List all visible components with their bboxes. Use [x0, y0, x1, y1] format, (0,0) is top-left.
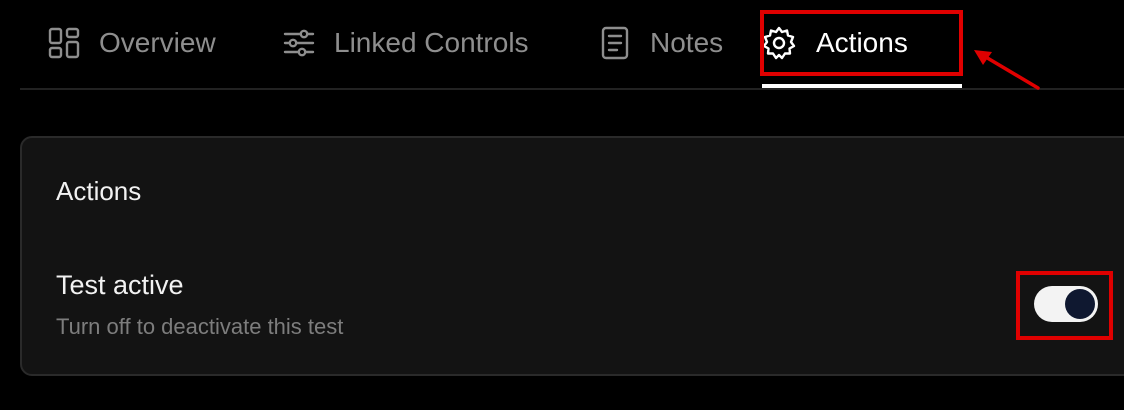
- tab-bar: Overview Linked Controls Notes Actions: [20, 0, 1124, 90]
- test-active-label: Test active: [56, 270, 184, 300]
- tab-linked-controls-label: Linked Controls: [334, 27, 529, 58]
- tab-notes[interactable]: Notes: [598, 0, 723, 86]
- test-active-toggle[interactable]: [1034, 286, 1098, 322]
- annotation-arrow-icon: [974, 50, 1040, 90]
- active-tab-indicator: [762, 84, 962, 88]
- test-active-description: Turn off to deactivate this test: [56, 314, 344, 339]
- tab-linked-controls[interactable]: Linked Controls: [282, 0, 529, 86]
- toggle-knob: [1065, 289, 1095, 319]
- tab-notes-label: Notes: [650, 27, 724, 58]
- tab-overview[interactable]: Overview: [47, 0, 216, 86]
- grid-icon: [47, 26, 81, 60]
- tab-actions[interactable]: Actions: [762, 0, 962, 88]
- sliders-icon: [282, 26, 316, 60]
- actions-card: Actions Test active Turn off to deactiva…: [20, 136, 1124, 376]
- card-title: Actions: [56, 176, 142, 206]
- tab-overview-label: Overview: [99, 27, 216, 58]
- gear-icon: [762, 26, 796, 60]
- document-icon: [598, 26, 632, 60]
- page: Overview Linked Controls Notes Actions A…: [0, 0, 1124, 410]
- tab-actions-label: Actions: [816, 27, 908, 58]
